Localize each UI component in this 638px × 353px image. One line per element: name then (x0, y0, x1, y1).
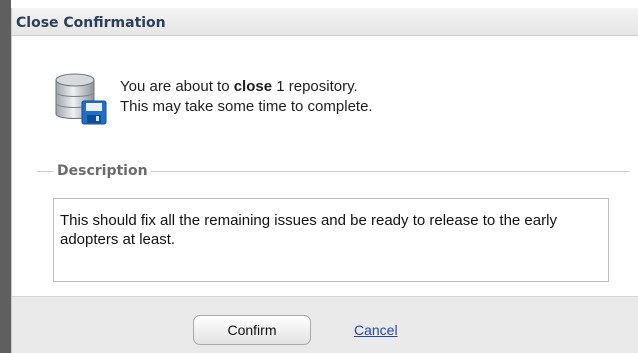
dialog-footer (12, 296, 638, 353)
description-legend: Description (54, 163, 151, 179)
repository-database-icon (55, 73, 107, 125)
confirmation-message: You are about to close 1 repository. Thi… (120, 77, 373, 117)
cancel-link[interactable]: Cancel (354, 322, 398, 338)
message-action: close (233, 78, 273, 95)
window-frame-left (0, 0, 11, 353)
message-line-2: This may take some time to complete. (120, 98, 373, 115)
dialog-titlebar[interactable]: Close Confirmation (12, 8, 638, 36)
dialog-title: Close Confirmation (16, 15, 166, 31)
description-textarea[interactable]: This should fix all the remaining issues… (53, 198, 609, 282)
confirm-button[interactable]: Confirm (193, 315, 311, 345)
message-line-1: You are about to close 1 repository. (120, 78, 358, 95)
application-window: Close Confirmation You are about to clos… (0, 0, 638, 353)
close-confirmation-dialog: Close Confirmation You are about to clos… (11, 8, 638, 353)
